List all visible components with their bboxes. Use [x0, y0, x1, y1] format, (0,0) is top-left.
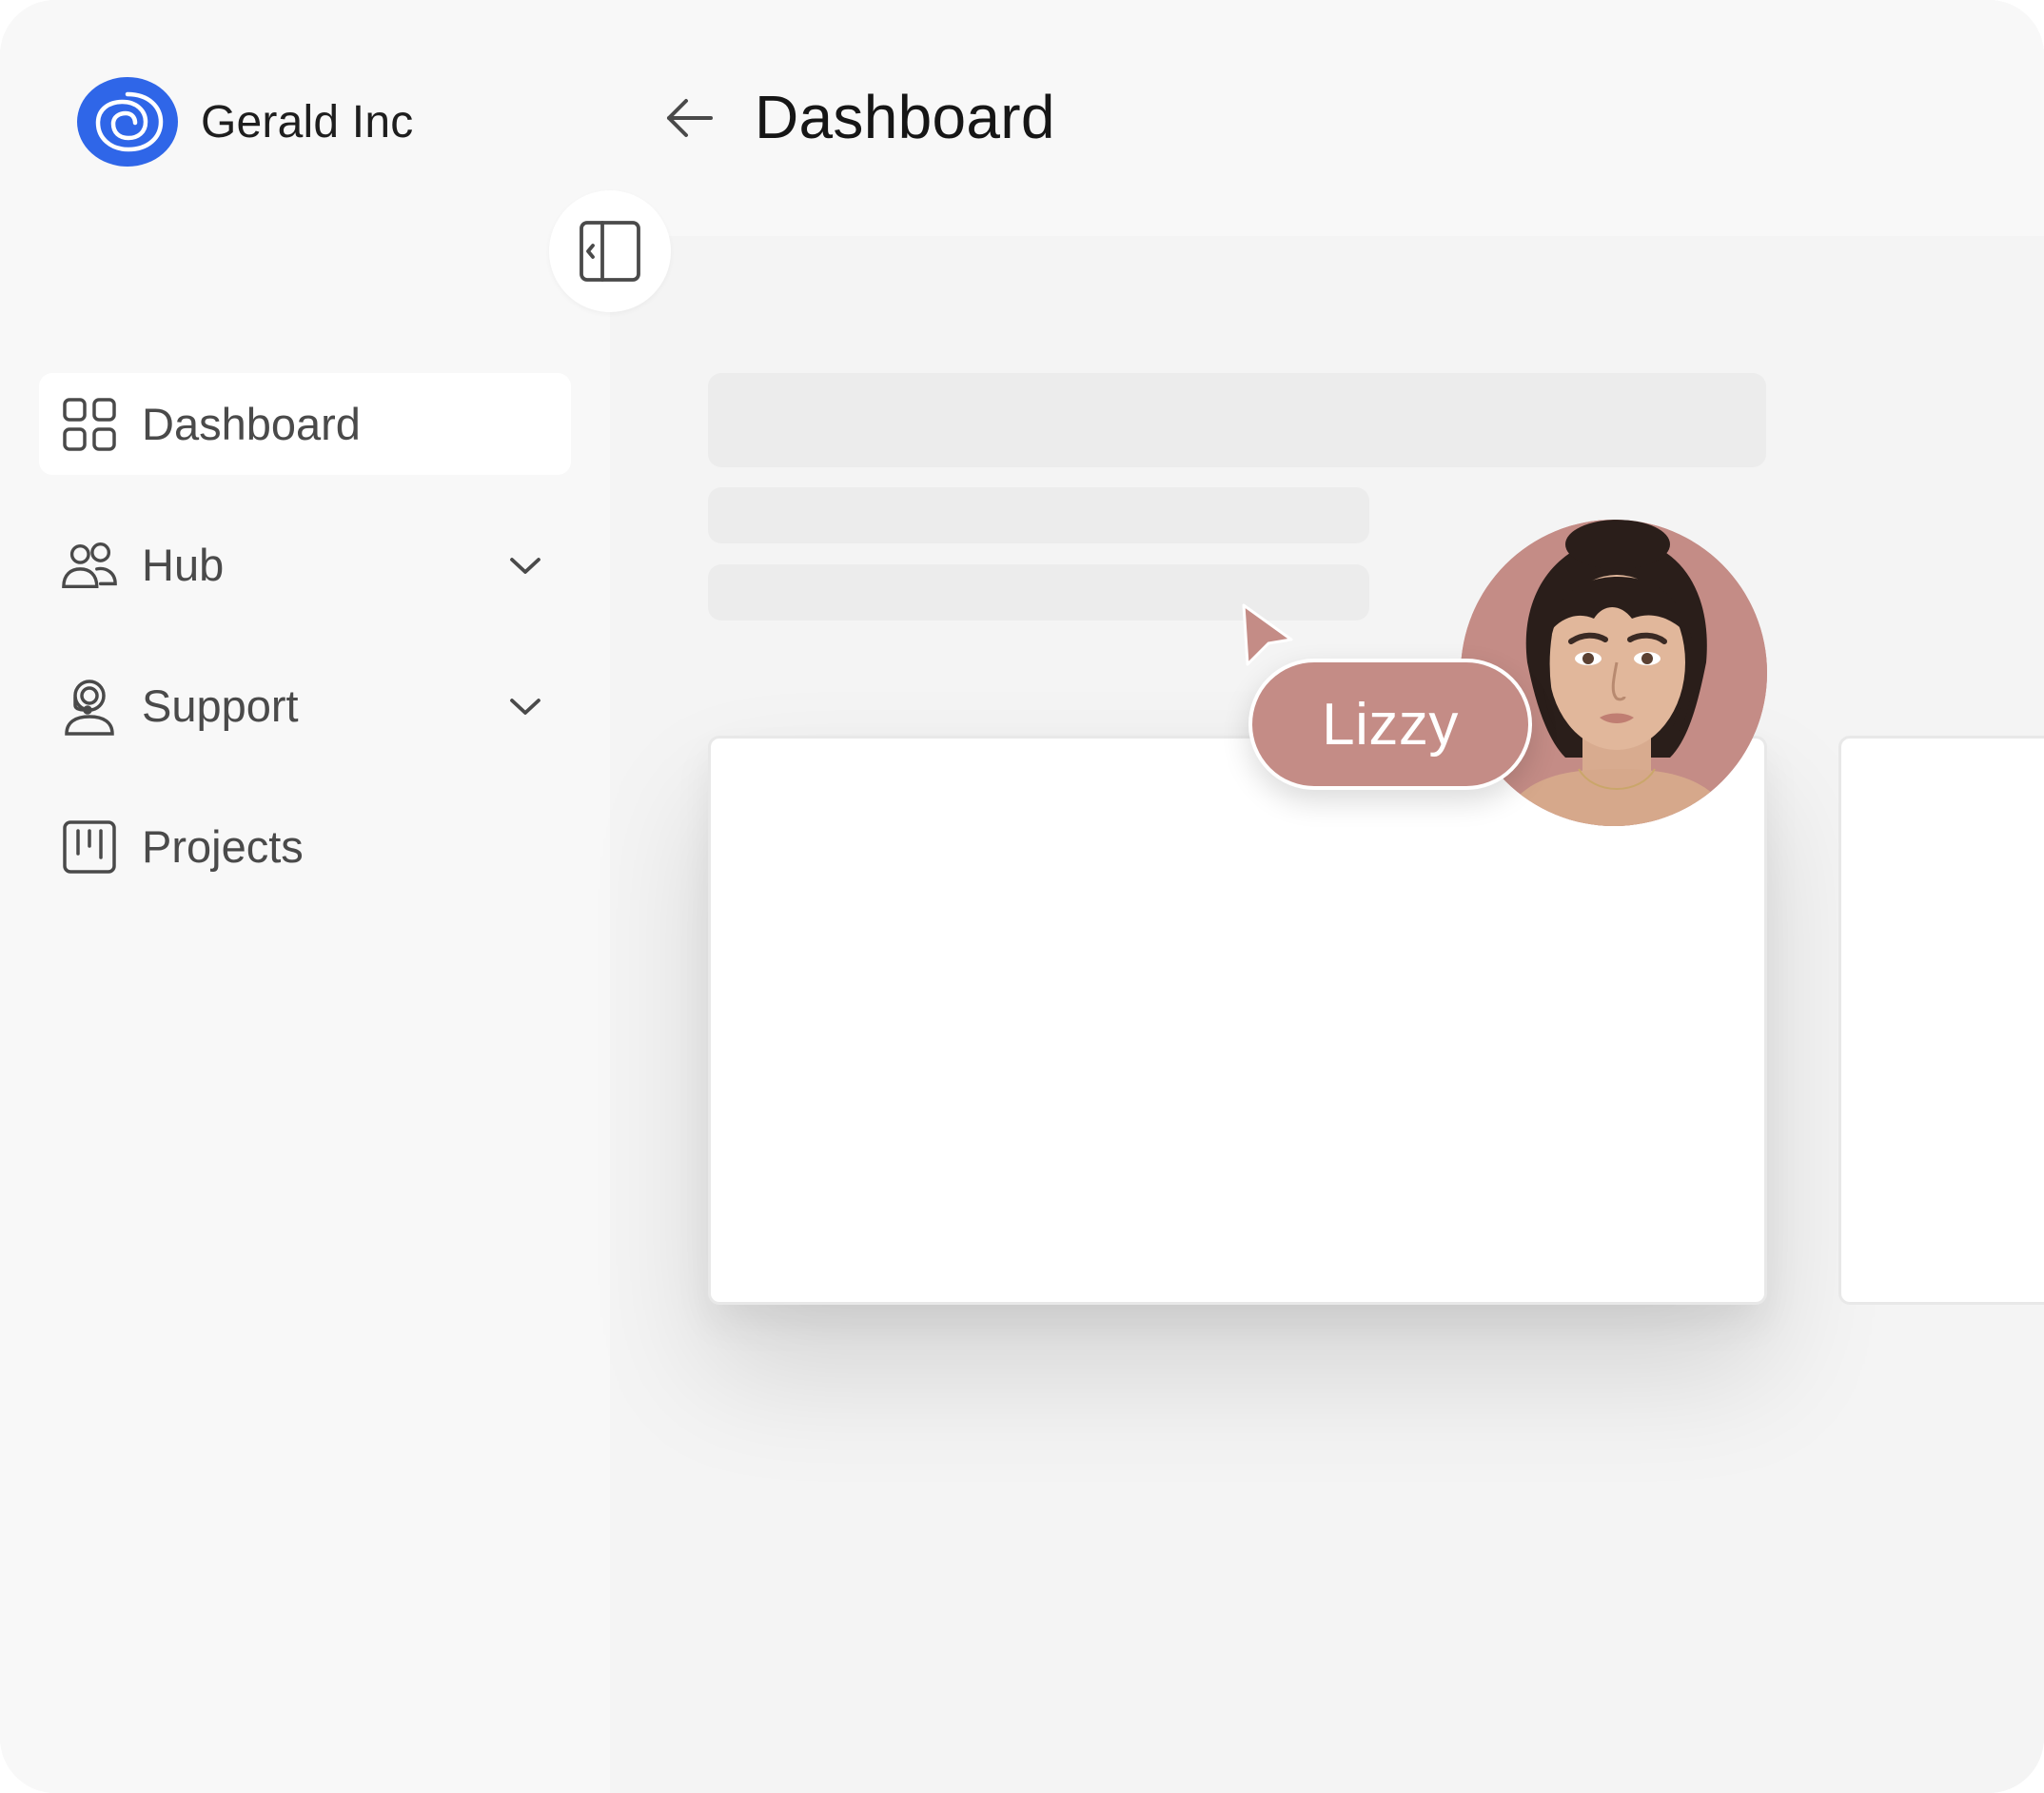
content-card[interactable] — [1838, 736, 2044, 1305]
users-icon — [60, 536, 119, 595]
sidebar-item-support[interactable]: Support — [39, 655, 571, 757]
sidebar: Gerald Inc Dashboard Hub Support Project… — [0, 0, 610, 1793]
brand[interactable]: Gerald Inc — [75, 75, 413, 168]
sidebar-item-projects[interactable]: Projects — [39, 796, 571, 897]
brand-name: Gerald Inc — [201, 96, 414, 148]
sidebar-item-label: Dashboard — [142, 399, 361, 449]
sidebar-item-label: Hub — [142, 540, 225, 590]
skeleton-bar — [708, 373, 1766, 467]
sidebar-item-dashboard[interactable]: Dashboard — [39, 373, 571, 475]
cursor-pointer-icon — [1242, 603, 1293, 666]
spiral-logo-icon — [77, 77, 178, 167]
kanban-icon — [60, 818, 119, 877]
chevron-down-icon[interactable] — [506, 687, 544, 725]
collaborator-name-tag: Lizzy — [1248, 659, 1532, 790]
chevron-down-icon[interactable] — [506, 546, 544, 584]
sidebar-nav: Dashboard Hub Support Projects — [39, 373, 571, 936]
main-content: Dashboard — [610, 0, 2044, 1793]
support-agent-icon — [60, 677, 119, 736]
page-title: Dashboard — [755, 83, 1055, 151]
app-window: Gerald Inc Dashboard Hub Support Project… — [0, 0, 2044, 1793]
sidebar-item-label: Support — [142, 680, 299, 731]
sidebar-collapse-button[interactable] — [549, 190, 671, 312]
sidebar-item-hub[interactable]: Hub — [39, 514, 571, 616]
skeleton-bar — [708, 487, 1369, 543]
sidebar-item-label: Projects — [142, 821, 304, 872]
page-header: Dashboard — [610, 0, 2044, 236]
collaborator-name: Lizzy — [1322, 691, 1459, 758]
grid-icon — [60, 395, 119, 454]
arrow-left-icon[interactable] — [663, 91, 717, 145]
sidebar-collapse-icon — [580, 221, 640, 282]
